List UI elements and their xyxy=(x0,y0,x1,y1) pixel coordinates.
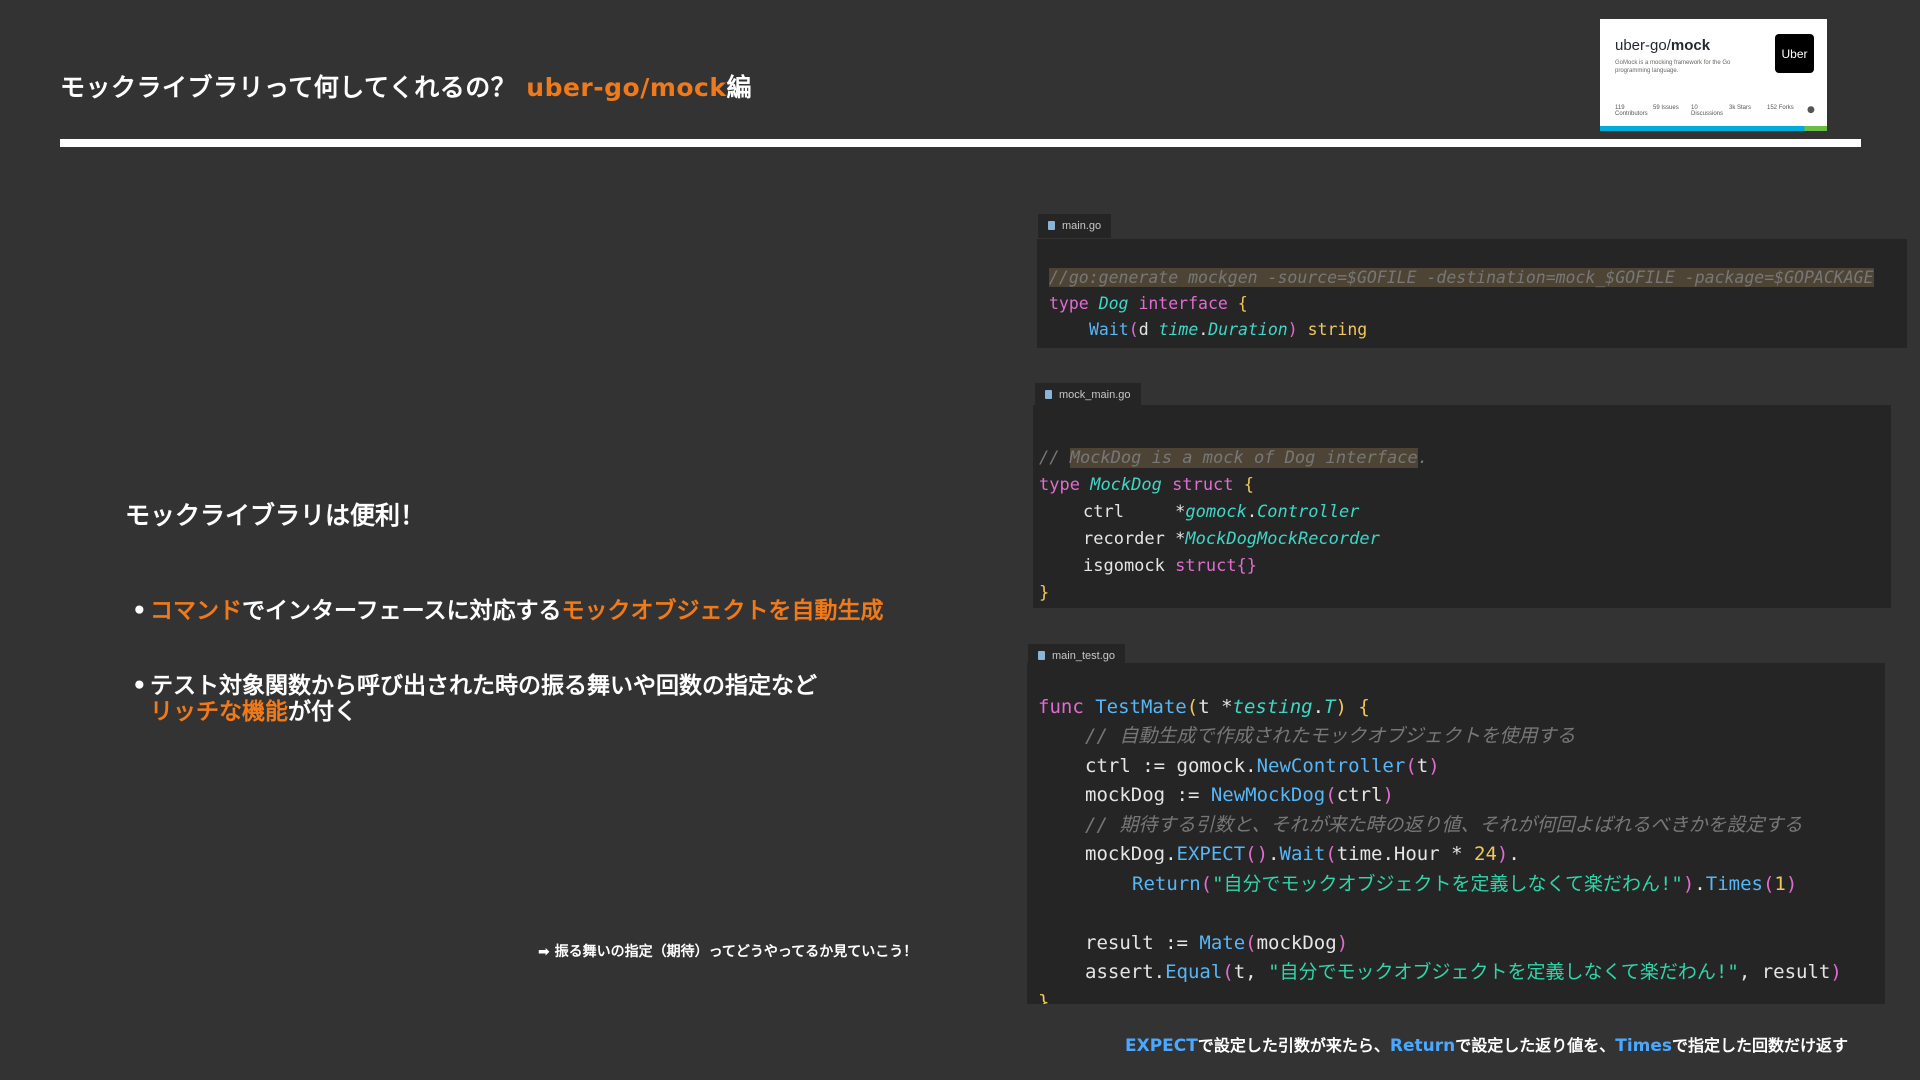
section-heading: モックライブラリは便利！ xyxy=(125,501,426,530)
code-panel-mock-main-go: // MockDog is a mock of Dog interface. ty… xyxy=(1033,405,1891,608)
tab-main-go[interactable]: main.go xyxy=(1038,214,1112,238)
title-main: モックライブラリって何してくれるの？ xyxy=(60,73,517,102)
title-suffix: 編 xyxy=(726,73,753,102)
repo-description: GoMock is a mocking framework for the Go… xyxy=(1615,60,1731,74)
stat-issues: 59 Issues xyxy=(1653,105,1679,111)
title-divider xyxy=(60,139,1861,147)
bullet-item-1: • コマンドでインターフェースに対応するモックオブジェクトを自動生成 xyxy=(132,598,884,624)
arrow-note: ➡ 振る舞いの指定（期待）ってどうやってるか見ていこう！ xyxy=(538,944,918,960)
stat-discussions: 10 Discussions xyxy=(1691,105,1724,117)
stat-stars: 3k Stars xyxy=(1729,105,1752,111)
footnote: EXPECTで設定した引数が来たら、Returnで設定した返り値を、Timesで… xyxy=(1125,1036,1849,1056)
tab-mock-main-go[interactable]: mock_main.go xyxy=(1035,383,1141,407)
bullet-item-2: • テスト対象関数から呼び出された時の振る舞いや回数の指定など リッチな機能が付く xyxy=(132,673,817,725)
language-bar xyxy=(1600,126,1827,131)
slide-title: モックライブラリって何してくれるの？ uber-go/mock編 xyxy=(60,68,752,104)
stat-contributors: 119 Contributors xyxy=(1615,105,1648,117)
repo-card[interactable]: uber-go/mock GoMock is a mocking framewo… xyxy=(1600,19,1827,131)
repo-name: uber-go/mock xyxy=(1615,37,1711,54)
file-icon xyxy=(1045,390,1052,399)
bullet-dot: • xyxy=(132,598,147,624)
file-icon xyxy=(1038,651,1045,660)
repo-stats: 119 Contributors 59 Issues 10 Discussion… xyxy=(1615,105,1799,117)
stat-forks: 152 Forks xyxy=(1767,105,1794,111)
uber-logo: Uber xyxy=(1775,34,1814,73)
code-panel-main-go: //go:generate mockgen -source=$GOFILE -d… xyxy=(1037,239,1907,348)
file-icon xyxy=(1048,221,1055,230)
bullet-dot: • xyxy=(132,673,147,699)
github-icon: ● xyxy=(1807,105,1815,115)
title-accent: uber-go/mock xyxy=(526,73,727,102)
code-panel-main-test-go: func TestMate(t *testing.T) {// 自動生成で作成さ… xyxy=(1027,663,1885,1004)
